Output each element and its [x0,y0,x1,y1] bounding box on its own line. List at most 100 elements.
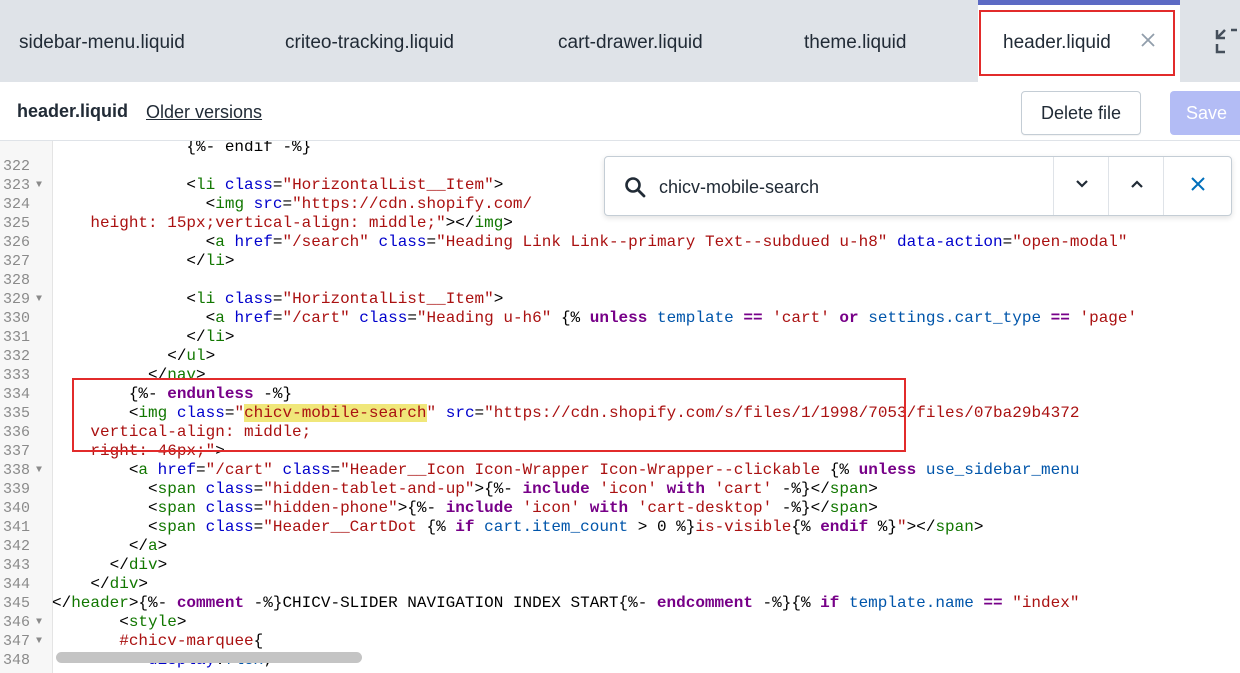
code-line[interactable]: 340 <span class="hidden-phone">{%- inclu… [0,499,1240,518]
code-token: = [254,499,264,517]
search-input[interactable] [657,169,1051,205]
code-line[interactable]: 343 </div> [0,556,1240,575]
code-token: "Header__CartDot [263,518,417,536]
code-token: href [158,461,196,479]
code-text: <li class="HorizontalList__Item"> [52,176,503,195]
horizontal-scrollbar[interactable] [56,652,362,663]
code-line[interactable]: 346▼ <style> [0,613,1240,632]
line-number: 327 [0,252,30,271]
code-token: {% [551,309,589,327]
code-token: < [52,518,158,536]
fold-arrow-icon[interactable]: ▼ [36,613,42,632]
line-number: 323 [0,176,30,195]
code-line[interactable]: 328 [0,271,1240,290]
code-token: height: 15px;vertical-align: middle;" [52,214,446,232]
code-token: > [494,290,504,308]
code-line[interactable]: 349 [0,670,1240,673]
code-token: "https://cdn.shopify.com/ [292,195,532,213]
line-number: 331 [0,328,30,347]
code-token: href [234,309,272,327]
code-token: = [331,461,341,479]
code-token: include [523,480,590,498]
line-number: 346 [0,613,30,632]
code-token [580,499,590,517]
code-token: template.name [849,594,974,612]
fold-arrow-icon[interactable]: ▼ [36,461,42,480]
code-token: </ [52,556,129,574]
code-token: {%- endif -%} [52,140,311,156]
code-token: == [743,309,762,327]
code-token: class [206,499,254,517]
code-line[interactable]: 345</header>{%- comment -%}CHICV-SLIDER … [0,594,1240,613]
code-line[interactable]: 326 <a href="/search" class="Heading Lin… [0,233,1240,252]
code-token: 'cart' [772,309,830,327]
code-line[interactable]: 339 <span class="hidden-tablet-and-up">{… [0,480,1240,499]
code-token: > [494,176,504,194]
code-token: %} [868,518,897,536]
close-search-button[interactable] [1163,157,1231,215]
code-text: <a href="/cart" class="Heading u-h6" {% … [52,309,1137,328]
next-match-button[interactable] [1053,157,1109,215]
code-line[interactable]: 338▼ <a href="/cart" class="Header__Icon… [0,461,1240,480]
code-token: "/search" [282,233,368,251]
tab-sidebar-menu[interactable]: sidebar-menu.liquid [19,0,185,82]
code-line[interactable]: 332 </ul> [0,347,1240,366]
code-token: </ [52,537,148,555]
save-button[interactable]: Save [1170,91,1240,135]
code-token: #chicv-marquee [119,632,253,650]
code-token: 'page' [1079,309,1137,327]
code-token: = [1003,233,1013,251]
line-number: 324 [0,195,30,214]
code-token [657,480,667,498]
fold-arrow-icon[interactable]: ▼ [36,176,42,195]
code-token: class [206,480,254,498]
line-number: 330 [0,309,30,328]
code-token: </ [52,347,186,365]
code-line[interactable]: 330 <a href="/cart" class="Heading u-h6"… [0,309,1240,328]
code-token: "HorizontalList__Item" [282,176,493,194]
code-token: 'icon' [523,499,581,517]
delete-file-button[interactable]: Delete file [1021,91,1141,135]
code-line[interactable]: 327 </li> [0,252,1240,271]
collapse-window-icon[interactable] [1214,26,1240,56]
code-token: "Heading u-h6" [417,309,551,327]
line-number: 334 [0,385,30,404]
older-versions-link[interactable]: Older versions [146,102,262,123]
code-editor[interactable]: {%- endif -%}322323▼ <li class="Horizont… [0,140,1240,673]
code-token: li [206,252,225,270]
code-token: > [225,252,235,270]
code-line[interactable]: 329▼ <li class="HorizontalList__Item"> [0,290,1240,309]
code-text: <span class="hidden-tablet-and-up">{%- i… [52,480,878,499]
code-token: li [206,328,225,346]
fold-arrow-icon[interactable]: ▼ [36,632,42,651]
code-token [830,309,840,327]
fold-arrow-icon[interactable]: ▼ [36,290,42,309]
code-token [215,176,225,194]
code-line[interactable]: 342 </a> [0,537,1240,556]
tab-cart-drawer[interactable]: cart-drawer.liquid [558,0,703,82]
code-text: </a> [52,537,167,556]
code-line[interactable]: 331 </li> [0,328,1240,347]
tab-theme[interactable]: theme.liquid [804,0,906,82]
code-line[interactable]: {%- endif -%} [0,140,1240,157]
code-token [1041,309,1051,327]
code-token: = [254,518,264,536]
code-line[interactable]: 344 </div> [0,575,1240,594]
line-number: 344 [0,575,30,594]
tab-criteo-tracking[interactable]: criteo-tracking.liquid [285,0,454,82]
code-token: -%}</ [772,480,830,498]
code-token: ></ [446,214,475,232]
code-text: </ul> [52,347,215,366]
previous-match-button[interactable] [1108,157,1164,215]
code-token: class [282,461,330,479]
code-text: </li> [52,328,234,347]
code-line[interactable]: 347▼ #chicv-marquee{ [0,632,1240,651]
code-line[interactable]: 341 <span class="Header__CartDot {% if c… [0,518,1240,537]
line-number: 345 [0,594,30,613]
code-line[interactable]: 325 height: 15px;vertical-align: middle;… [0,214,1240,233]
code-token: li [196,290,215,308]
code-token: href [234,233,272,251]
code-token: -%}CHICV-SLIDER NAVIGATION INDEX START{%… [244,594,657,612]
line-number: 325 [0,214,30,233]
code-token: is-visible [695,518,791,536]
